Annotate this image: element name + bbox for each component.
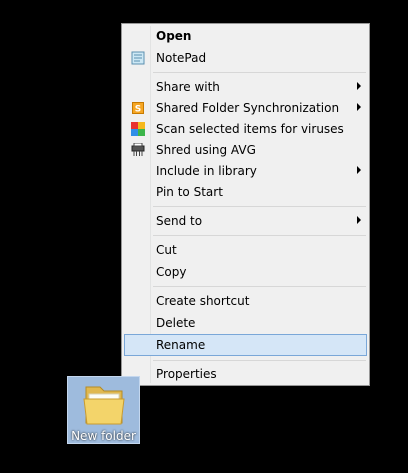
menu-separator [153, 286, 366, 287]
menu-item-label: Rename [156, 338, 206, 352]
menu-item-scan-viruses[interactable]: Scan selected items for viruses [124, 118, 367, 140]
menu-item-shred-avg[interactable]: Shred using AVG [124, 139, 367, 161]
menu-item-cut[interactable]: Cut [124, 239, 367, 261]
menu-item-label: Include in library [156, 164, 257, 178]
menu-item-label: Send to [156, 214, 203, 228]
menu-separator [153, 360, 366, 361]
menu-item-send-to[interactable]: Send to [124, 210, 367, 232]
folder-icon [83, 386, 125, 425]
svg-text:S: S [135, 105, 141, 115]
submenu-arrow-icon [357, 216, 361, 224]
submenu-arrow-icon [357, 103, 361, 111]
menu-item-label: NotePad [156, 51, 207, 65]
menu-item-label: Share with [156, 80, 220, 94]
menu-item-label: Shared Folder Synchronization [156, 101, 340, 115]
folder-name-label: New folder [71, 429, 136, 443]
menu-item-shared-folder-sync[interactable]: S Shared Folder Synchronization [124, 97, 367, 119]
menu-item-copy[interactable]: Copy [124, 261, 367, 283]
submenu-arrow-icon [357, 166, 361, 174]
menu-item-label: Shred using AVG [156, 143, 256, 157]
menu-item-open[interactable]: Open [124, 25, 367, 47]
menu-item-include-library[interactable]: Include in library [124, 160, 367, 182]
menu-separator [153, 206, 366, 207]
notepad-icon [130, 50, 146, 66]
menu-item-delete[interactable]: Delete [124, 312, 367, 334]
menu-item-create-shortcut[interactable]: Create shortcut [124, 290, 367, 312]
menu-item-label: Scan selected items for viruses [156, 122, 344, 136]
menu-item-label: Cut [156, 243, 177, 257]
menu-item-label: Copy [156, 265, 187, 279]
context-menu: Open NotePad Share with S Shared Folder … [121, 23, 370, 386]
menu-item-share-with[interactable]: Share with [124, 76, 367, 98]
menu-item-label: Properties [156, 367, 217, 381]
menu-item-label: Create shortcut [156, 294, 250, 308]
menu-item-label: Open [156, 29, 192, 43]
menu-item-notepad[interactable]: NotePad [124, 47, 367, 69]
menu-item-pin-start[interactable]: Pin to Start [124, 181, 367, 203]
menu-separator [153, 72, 366, 73]
menu-item-label: Delete [156, 316, 196, 330]
avg-icon [130, 121, 146, 137]
menu-item-properties[interactable]: Properties [124, 363, 367, 385]
menu-separator [153, 235, 366, 236]
menu-item-label: Pin to Start [156, 185, 223, 199]
shredder-icon [130, 142, 146, 158]
desktop-folder-new-folder[interactable]: New folder [67, 376, 140, 444]
menu-item-rename[interactable]: Rename [124, 334, 367, 356]
submenu-arrow-icon [357, 82, 361, 90]
sync-icon: S [130, 100, 146, 116]
